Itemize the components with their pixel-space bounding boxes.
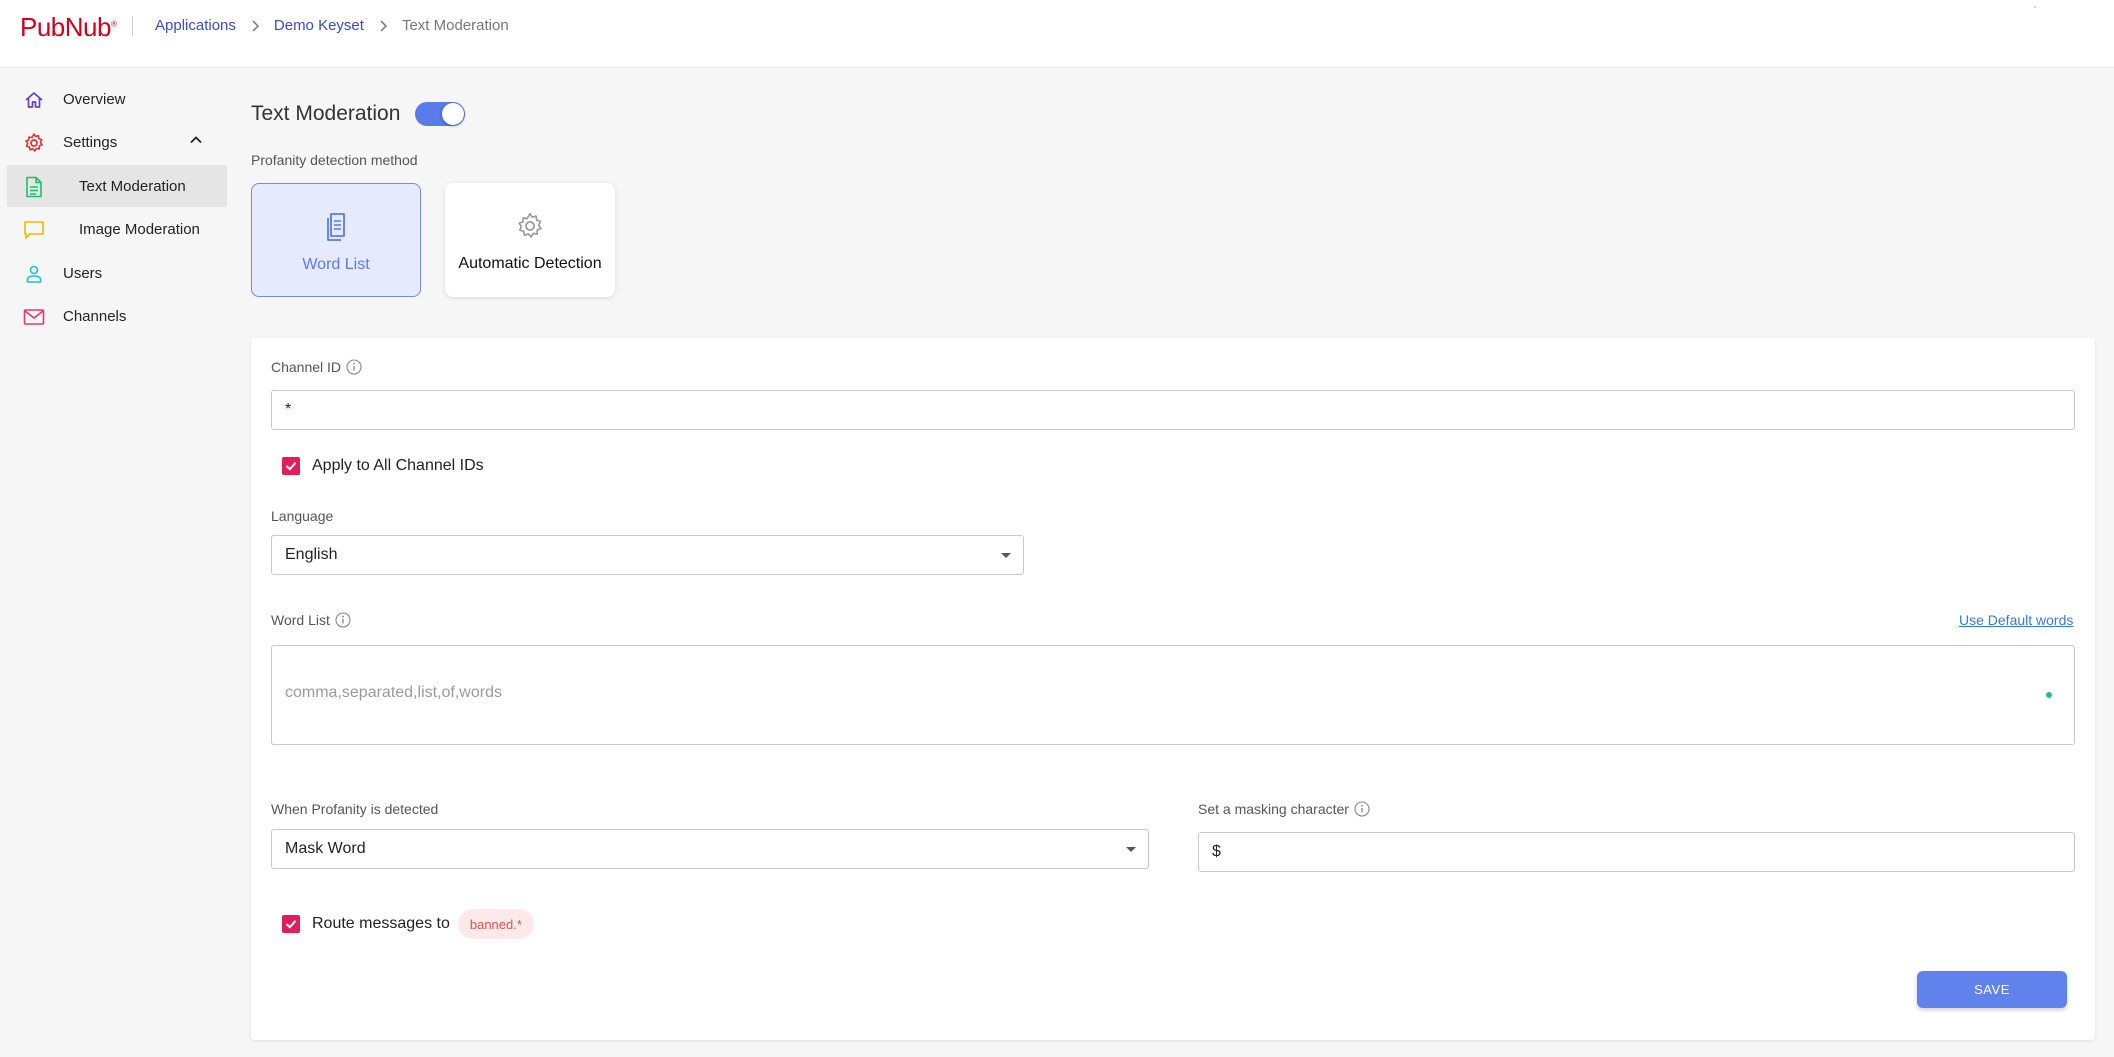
text-moderation-toggle[interactable] xyxy=(415,102,466,126)
apply-all-checkbox[interactable] xyxy=(282,457,300,475)
use-default-words-link[interactable]: Use Default words xyxy=(1959,612,2073,628)
sidebar-item-label: Settings xyxy=(63,134,118,151)
document-icon xyxy=(23,176,45,198)
status-dot-icon xyxy=(2046,692,2052,698)
sidebar-item-label: Text Moderation xyxy=(79,178,186,195)
title-row: Text Moderation xyxy=(251,102,466,126)
settings-form-panel: Channel ID Apply to All Channel IDs Lang… xyxy=(251,338,2095,1040)
sidebar-item-channels[interactable]: Channels xyxy=(7,295,227,337)
route-messages-checkbox[interactable] xyxy=(282,915,300,933)
breadcrumb-current: Text Moderation xyxy=(401,17,509,34)
save-button[interactable]: SAVE xyxy=(1917,971,2067,1008)
gear-icon xyxy=(23,132,45,154)
copy-documents-icon xyxy=(322,210,350,244)
user-icon xyxy=(23,263,45,285)
channel-id-label-text: Channel ID xyxy=(271,359,342,375)
page-title: Text Moderation xyxy=(251,102,401,125)
profanity-action-value: Mask Word xyxy=(285,840,366,857)
chevron-right-icon xyxy=(250,19,260,32)
profanity-action-label: When Profanity is detected xyxy=(271,801,439,817)
info-icon[interactable] xyxy=(346,359,362,375)
masking-char-input[interactable] xyxy=(1198,832,2075,872)
pubnub-logo[interactable]: PubNub® xyxy=(20,12,117,43)
sidebar-item-overview[interactable]: Overview xyxy=(7,78,227,120)
breadcrumb-applications[interactable]: Applications xyxy=(155,17,236,34)
sidebar-item-label: Users xyxy=(63,265,103,282)
toggle-knob xyxy=(442,103,465,125)
word-list-label-text: Word List xyxy=(271,612,330,628)
breadcrumb-demo-keyset[interactable]: Demo Keyset xyxy=(274,17,364,34)
info-icon[interactable] xyxy=(1354,801,1370,817)
language-value: English xyxy=(285,546,338,563)
language-label: Language xyxy=(271,508,334,524)
route-messages-label: Route messages to xyxy=(312,915,450,932)
masking-char-label-text: Set a masking character xyxy=(1198,801,1349,817)
apply-all-checkbox-row[interactable]: Apply to All Channel IDs xyxy=(282,457,484,475)
breadcrumb: Applications Demo Keyset Text Moderation xyxy=(155,17,509,34)
info-icon[interactable] xyxy=(335,612,351,628)
caret-down-icon xyxy=(1126,847,1136,852)
apply-all-label: Apply to All Channel IDs xyxy=(312,457,484,474)
route-channel-chip[interactable]: banned.* xyxy=(457,909,534,939)
sidebar-item-settings[interactable]: Settings xyxy=(7,121,227,163)
chat-bubble-icon xyxy=(23,219,45,241)
sidebar-item-image-moderation[interactable]: Image Moderation xyxy=(7,208,227,250)
method-label-word-list: Word List xyxy=(302,256,370,273)
top-header: PubNub® Applications Demo Keyset Text Mo… xyxy=(0,0,2114,68)
word-list-textarea[interactable] xyxy=(271,645,2075,745)
word-list-label: Word List xyxy=(271,612,351,628)
profanity-action-select[interactable]: Mask Word xyxy=(271,829,1149,869)
masking-char-label: Set a masking character xyxy=(1198,801,1370,817)
sidebar-item-label: Image Moderation xyxy=(79,221,200,238)
home-icon xyxy=(23,89,45,111)
sidebar-item-users[interactable]: Users xyxy=(7,252,227,294)
method-card-word-list[interactable]: Word List xyxy=(251,183,421,297)
method-card-automatic-detection[interactable]: Automatic Detection xyxy=(445,183,615,297)
channel-id-label: Channel ID xyxy=(271,359,362,375)
chevron-right-icon xyxy=(378,19,388,32)
language-select[interactable]: English xyxy=(271,535,1024,575)
corner-mark xyxy=(2034,6,2036,8)
chevron-up-icon[interactable] xyxy=(189,133,203,151)
sidebar: Overview Settings Text Moderation Image … xyxy=(0,68,232,1057)
logo-text: PubNub xyxy=(20,12,111,42)
sidebar-item-label: Channels xyxy=(63,308,127,325)
method-label: Profanity detection method xyxy=(251,152,418,168)
route-messages-checkbox-row[interactable]: Route messages to banned.* xyxy=(282,909,534,939)
channel-id-input[interactable] xyxy=(271,390,2075,430)
method-label-automatic-detection: Automatic Detection xyxy=(458,255,602,272)
logo-registered-mark: ® xyxy=(110,19,117,29)
sidebar-item-label: Overview xyxy=(63,91,126,108)
gear-icon xyxy=(515,209,545,243)
mail-icon xyxy=(23,306,45,328)
header-divider xyxy=(132,16,133,36)
sidebar-item-text-moderation[interactable]: Text Moderation xyxy=(7,165,227,207)
caret-down-icon xyxy=(1001,553,1011,558)
